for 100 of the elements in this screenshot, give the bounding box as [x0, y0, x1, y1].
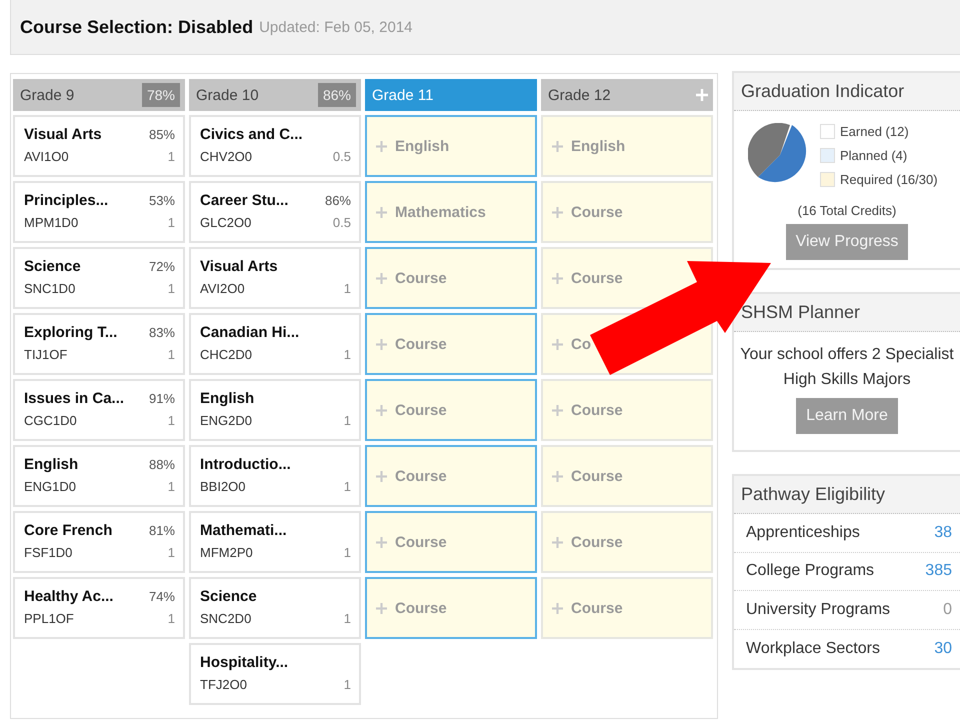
grade-header[interactable]: Grade 12 — [541, 79, 713, 111]
grade-label: Grade 11 — [372, 86, 434, 104]
add-course-slot[interactable]: English — [365, 115, 537, 177]
add-course-slot[interactable]: Course — [365, 511, 537, 573]
course-code: TFJ2O0 — [200, 677, 247, 692]
legend-label: Required (16/30) — [840, 172, 938, 186]
plus-icon — [552, 272, 563, 284]
course-card[interactable]: Canadian Hi... CHC2D0 1 — [189, 313, 361, 375]
course-credit: 1 — [344, 545, 351, 560]
grade-header[interactable]: Grade 11 — [365, 79, 537, 111]
plus-icon — [376, 404, 387, 416]
course-credit: 1 — [344, 347, 351, 362]
plus-icon — [552, 470, 563, 482]
add-course-slot[interactable]: Course — [365, 247, 537, 309]
course-code: CHV2O0 — [200, 149, 252, 164]
pathway-label: College Programs — [746, 562, 874, 580]
course-card[interactable]: English 88% ENG1D0 1 — [13, 445, 185, 507]
grade-average: 86% — [318, 83, 356, 107]
add-course-slot[interactable]: Course — [541, 379, 713, 441]
course-credit: 1 — [168, 611, 175, 626]
course-credit: 1 — [168, 479, 175, 494]
course-code: FSF1D0 — [24, 545, 72, 560]
course-card[interactable]: Principles... 53% MPM1D0 1 — [13, 181, 185, 243]
course-mark: 86% — [324, 193, 351, 208]
add-course-slot[interactable]: Mathematics — [365, 181, 537, 243]
course-code: SNC1D0 — [24, 281, 76, 296]
learn-more-button[interactable]: Learn More — [796, 398, 898, 434]
course-credit: 1 — [168, 281, 175, 296]
plus-icon — [552, 206, 563, 218]
pathway-count[interactable]: 30 — [934, 640, 952, 658]
course-card[interactable]: Healthy Ac... 74% PPL1OF 1 — [13, 577, 185, 639]
course-card[interactable]: Issues in Ca... 91% CGC1D0 1 — [13, 379, 185, 441]
add-course-slot[interactable]: Course — [365, 313, 537, 375]
course-card[interactable]: Science 72% SNC1D0 1 — [13, 247, 185, 309]
course-mark: 81% — [148, 523, 175, 538]
pathway-label: University Programs — [746, 600, 890, 619]
course-credit: 1 — [344, 413, 351, 428]
course-name: Hospitality... — [200, 654, 288, 671]
add-course-slot[interactable]: Course — [541, 181, 713, 243]
add-course-slot[interactable]: Course — [541, 577, 713, 639]
course-credit: 1 — [168, 545, 175, 560]
course-name: Science — [200, 588, 257, 605]
grade-header[interactable]: Grade 10 86% — [189, 79, 361, 111]
updated-date: Updated: Feb 05, 2014 — [259, 18, 413, 36]
course-credit: 1 — [168, 149, 175, 164]
pathway-count[interactable]: 385 — [925, 562, 952, 580]
course-card[interactable]: Hospitality... TFJ2O0 1 — [189, 643, 361, 705]
pathway-label: Workplace Sectors — [746, 640, 880, 658]
course-card[interactable]: Core French 81% FSF1D0 1 — [13, 511, 185, 573]
view-progress-button[interactable]: View Progress — [786, 224, 908, 260]
add-course-slot[interactable]: Course — [365, 379, 537, 441]
course-mark: 88% — [148, 457, 175, 472]
course-credit: 1 — [168, 347, 175, 362]
course-credit: 1 — [344, 677, 351, 692]
add-course-slot[interactable]: Course — [541, 511, 713, 573]
course-card[interactable]: Exploring T... 83% TIJ1OF 1 — [13, 313, 185, 375]
course-name: Science — [24, 258, 81, 275]
plus-icon — [552, 602, 563, 614]
pathway-count[interactable]: 0 — [943, 600, 952, 619]
course-mark: 72% — [148, 259, 175, 274]
grade-header[interactable]: Grade 9 78% — [13, 79, 185, 111]
course-code: MFM2P0 — [200, 545, 253, 560]
course-card[interactable]: Career Stu... 86% GLC2O0 0.5 — [189, 181, 361, 243]
course-card[interactable]: English ENG2D0 1 — [189, 379, 361, 441]
panel-title: Pathway Eligibility — [741, 484, 886, 505]
course-card[interactable]: Civics and C... CHV2O0 0.5 — [189, 115, 361, 177]
course-name: Exploring T... — [24, 324, 118, 341]
course-card[interactable]: Visual Arts AVI2O0 1 — [189, 247, 361, 309]
add-course-slot[interactable]: English — [541, 115, 713, 177]
course-credit: 0.5 — [332, 149, 351, 164]
course-card[interactable]: Mathemati... MFM2P0 1 — [189, 511, 361, 573]
add-course-slot[interactable]: Course — [541, 445, 713, 507]
course-card[interactable]: Introductio... BBI2O0 1 — [189, 445, 361, 507]
course-card[interactable]: Science SNC2D0 1 — [189, 577, 361, 639]
plus-icon — [376, 272, 387, 284]
course-card[interactable]: Visual Arts 85% AVI1O0 1 — [13, 115, 185, 177]
legend-label: Planned (4) — [840, 148, 908, 162]
page-title: Course Selection: Disabled — [20, 16, 254, 38]
course-mark: 53% — [148, 193, 175, 208]
course-name: Introductio... — [200, 456, 291, 473]
course-code: BBI2O0 — [200, 479, 246, 494]
pathway-label: Apprenticeships — [746, 524, 860, 542]
course-name: English — [24, 456, 78, 473]
add-course-slot[interactable]: Course — [365, 577, 537, 639]
course-credit: 1 — [168, 413, 175, 428]
course-name: Mathemati... — [200, 522, 287, 539]
add-course-slot[interactable]: Course — [365, 445, 537, 507]
pathway-count[interactable]: 38 — [934, 524, 952, 542]
course-code: ENG2D0 — [200, 413, 252, 428]
course-name: Civics and C... — [200, 126, 303, 143]
course-mark: 91% — [148, 391, 175, 406]
course-name: Career Stu... — [200, 192, 288, 209]
course-name: Visual Arts — [200, 258, 278, 275]
grade-label: Grade 9 — [20, 86, 74, 104]
course-mark: 85% — [148, 127, 175, 142]
grade-label: Grade 10 — [196, 86, 259, 104]
plus-icon — [376, 536, 387, 548]
course-name: Canadian Hi... — [200, 324, 300, 341]
panel-title: Graduation Indicator — [741, 81, 904, 102]
course-code: ENG1D0 — [24, 479, 76, 494]
